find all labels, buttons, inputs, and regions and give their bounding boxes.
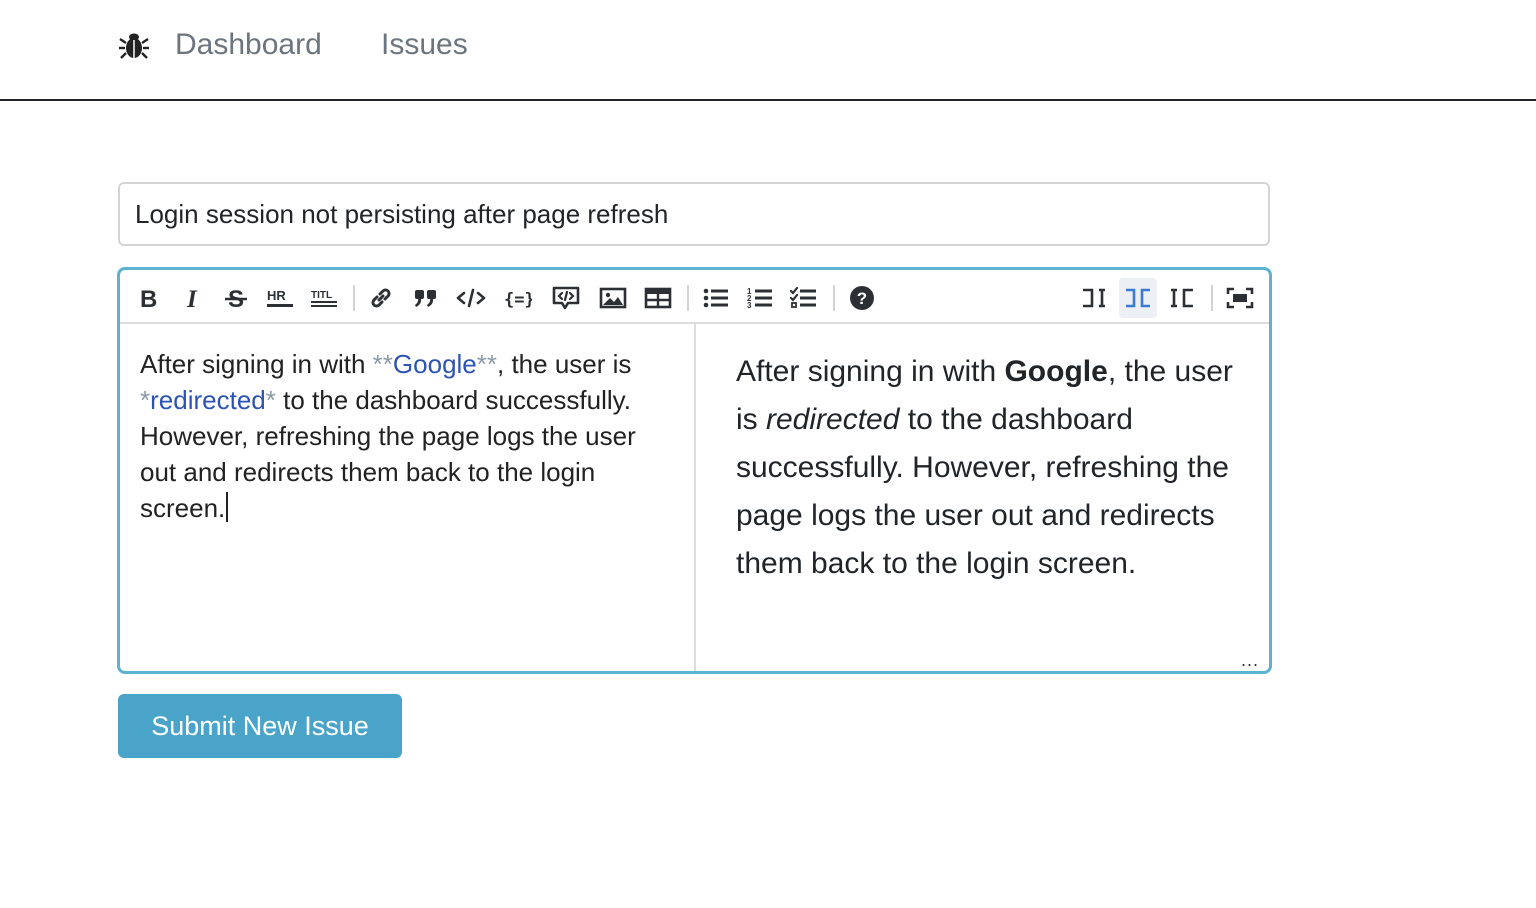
source-text: , the user is: [497, 349, 632, 379]
comment-code-icon[interactable]: [547, 278, 585, 318]
svg-text:B: B: [140, 286, 157, 310]
svg-text:I: I: [186, 286, 198, 310]
bold-syntax-close: **: [476, 349, 498, 379]
italic-word: redirected: [150, 385, 266, 415]
italic-syntax-open: *: [140, 385, 151, 415]
toolbar-separator: [687, 285, 689, 311]
toolbar-separator: [1211, 285, 1213, 311]
toolbar-separator: [353, 285, 355, 311]
split-mode-icon[interactable]: [1119, 278, 1157, 318]
markdown-editor: B I S HR TITL {=}: [117, 267, 1272, 674]
checklist-icon[interactable]: [785, 278, 823, 318]
bullet-list-icon[interactable]: [697, 278, 735, 318]
bold-syntax-open: **: [372, 349, 393, 379]
link-icon[interactable]: [362, 278, 400, 318]
edit-mode-icon[interactable]: [1075, 278, 1113, 318]
bold-icon[interactable]: B: [130, 278, 168, 318]
title-icon[interactable]: TITL: [305, 278, 343, 318]
source-text: After signing in with: [140, 349, 373, 379]
horizontal-rule-icon[interactable]: HR: [261, 278, 299, 318]
svg-text:{=}: {=}: [504, 290, 532, 310]
image-icon[interactable]: [594, 278, 632, 318]
resize-handle[interactable]: ...: [1241, 651, 1259, 669]
markdown-source-pane[interactable]: After signing in with **Google**, the us…: [120, 324, 696, 671]
markdown-preview-pane: After signing in with Google, the user i…: [698, 324, 1269, 671]
submit-new-issue-button[interactable]: Submit New Issue: [118, 694, 402, 758]
navbar: Dashboard Issues: [0, 0, 1536, 101]
preview-text: After signing in with: [736, 355, 1005, 388]
preview-mode-icon[interactable]: [1163, 278, 1201, 318]
nav-link-issues[interactable]: Issues: [381, 26, 468, 64]
text-caret: [226, 492, 229, 522]
code-block-icon[interactable]: {=}: [499, 278, 537, 318]
italic-icon[interactable]: I: [174, 278, 212, 318]
inline-code-icon[interactable]: [452, 278, 490, 318]
svg-text:3: 3: [747, 301, 752, 310]
bold-word: Google: [392, 349, 477, 379]
preview-bold-text: Google: [1004, 355, 1108, 388]
strikethrough-icon[interactable]: S: [217, 278, 255, 318]
svg-text:?: ?: [857, 289, 867, 308]
quote-icon[interactable]: [407, 278, 445, 318]
svg-text:HR: HR: [267, 288, 286, 303]
preview-italic-text: redirected: [766, 403, 900, 436]
fullscreen-icon[interactable]: [1221, 278, 1259, 318]
help-icon[interactable]: ?: [843, 278, 881, 318]
italic-syntax-close: *: [265, 385, 276, 415]
bug-icon[interactable]: [118, 29, 150, 61]
numbered-list-icon[interactable]: 123: [741, 278, 779, 318]
table-icon[interactable]: [639, 278, 677, 318]
editor-toolbar: B I S HR TITL {=}: [120, 270, 1269, 324]
nav-link-dashboard[interactable]: Dashboard: [175, 26, 322, 64]
svg-text:TITL: TITL: [311, 290, 332, 301]
toolbar-separator: [833, 285, 835, 311]
issue-title-input[interactable]: [118, 182, 1270, 246]
